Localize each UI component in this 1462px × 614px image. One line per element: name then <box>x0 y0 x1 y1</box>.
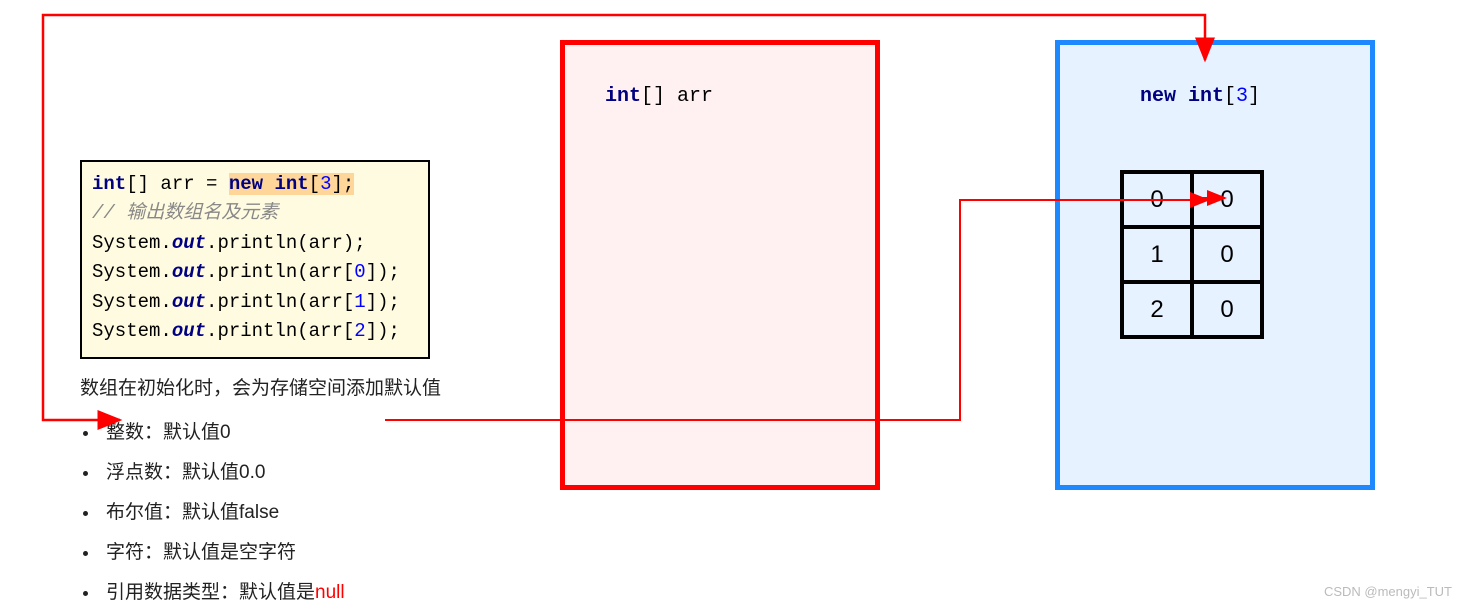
notes-block: 数组在初始化时，会为存储空间添加默认值 整数：默认值0 浮点数：默认值0.0 布… <box>80 370 441 614</box>
code-comment: // 输出数组名及元素 <box>92 199 418 228</box>
table-row: 1 0 <box>1122 227 1262 282</box>
code-box: int[] arr = new int[3]; // 输出数组名及元素 Syst… <box>80 160 430 359</box>
array-value-0: 0 <box>1192 172 1262 227</box>
notes-heading: 数组在初始化时，会为存储空间添加默认值 <box>80 370 441 408</box>
note-integer: 整数：默认值0 <box>100 414 441 452</box>
note-char: 字符：默认值是空字符 <box>100 534 441 572</box>
stack-label: int[] arr <box>605 85 713 108</box>
note-reference: 引用数据类型：默认值是null <box>100 574 441 612</box>
code-line-5: System.out.println(arr[1]); <box>92 288 418 317</box>
note-float: 浮点数：默认值0.0 <box>100 454 441 492</box>
code-line-1: int[] arr = new int[3]; <box>92 170 418 199</box>
code-line-3: System.out.println(arr); <box>92 229 418 258</box>
array-index-1: 1 <box>1122 227 1192 282</box>
keyword-int: int <box>92 173 126 195</box>
table-row: 0 0 <box>1122 172 1262 227</box>
array-index-0: 0 <box>1122 172 1192 227</box>
note-boolean: 布尔值：默认值false <box>100 494 441 532</box>
code-line-6: System.out.println(arr[2]); <box>92 317 418 346</box>
watermark: CSDN @mengyi_TUT <box>1324 584 1452 599</box>
highlight-new-int: new int <box>229 173 309 195</box>
heap-label: new int[3] <box>1140 85 1260 108</box>
array-value-2: 0 <box>1192 282 1262 337</box>
array-value-1: 0 <box>1192 227 1262 282</box>
code-line-4: System.out.println(arr[0]); <box>92 258 418 287</box>
array-content-table: 0 0 1 0 2 0 <box>1120 170 1264 339</box>
array-index-2: 2 <box>1122 282 1192 337</box>
table-row: 2 0 <box>1122 282 1262 337</box>
